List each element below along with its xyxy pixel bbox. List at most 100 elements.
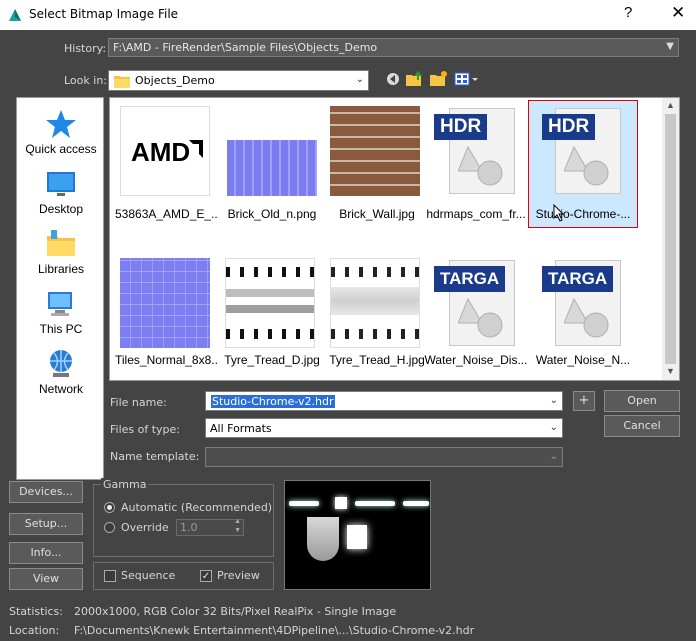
back-icon[interactable]: [384, 71, 402, 89]
title-bar: Select Bitmap Image File ? ✕: [0, 0, 696, 30]
tiles-grid-overlay: [120, 258, 210, 348]
spinner-up-icon[interactable]: ▲: [234, 518, 241, 525]
scroll-up-icon[interactable]: ▲: [666, 100, 675, 110]
file-name: Water_Noise_N...: [535, 353, 631, 367]
files-of-type-value: All Formats: [210, 422, 272, 435]
close-button[interactable]: ✕: [671, 3, 685, 23]
add-button[interactable]: +: [573, 391, 595, 411]
brick-wall-thumbnail: [330, 106, 420, 196]
targa-document-icon: TARGA: [542, 260, 621, 346]
tread-pattern-top: [331, 267, 419, 277]
file-name: Tyre_Tread_D.jpg: [224, 353, 320, 367]
radio-dot: [107, 505, 112, 510]
file-item[interactable]: HDR hdrmaps_com_fr...: [424, 100, 526, 230]
preview-label: Preview: [217, 569, 260, 582]
automatic-label: Automatic (Recommended): [121, 501, 273, 514]
file-item[interactable]: AMD 53863A_AMD_E_...: [115, 100, 219, 230]
chevron-down-icon: ⌄: [549, 395, 558, 406]
amd-arrow-icon: [189, 140, 203, 158]
chevron-down-icon: ▼: [666, 41, 674, 52]
help-button[interactable]: ?: [624, 4, 632, 21]
file-item[interactable]: Brick_Wall.jpg: [325, 100, 425, 230]
amd-logo: AMD: [131, 137, 191, 167]
info-button[interactable]: Info...: [9, 542, 83, 564]
sequence-checkbox[interactable]: [104, 570, 116, 582]
new-folder-icon[interactable]: [430, 71, 448, 89]
mouse-cursor-icon: [553, 204, 565, 222]
targa-badge: TARGA: [434, 266, 506, 292]
cancel-button[interactable]: Cancel: [604, 415, 680, 437]
computer-icon: [48, 292, 72, 316]
file-name: Water_Noise_Dis...: [424, 353, 528, 367]
file-name-input[interactable]: Studio-Chrome-v2.hdr ⌄: [205, 391, 563, 411]
scroll-down-icon[interactable]: ▼: [666, 366, 675, 376]
file-name: hdrmaps_com_fr...: [426, 207, 526, 221]
tread-band: [226, 289, 314, 297]
name-template-label: Name template:: [110, 450, 200, 463]
file-name: Brick_Wall.jpg: [339, 207, 415, 221]
place-quick-access[interactable]: Quick access: [17, 108, 105, 156]
place-this-pc[interactable]: This PC: [17, 288, 105, 336]
shapes-icon: [564, 297, 609, 338]
scroll-thumb[interactable]: [665, 114, 676, 364]
files-of-type-label: Files of type:: [110, 423, 181, 436]
setup-button[interactable]: Setup...: [9, 513, 83, 535]
light-box: [347, 525, 367, 549]
hdr-document-icon: HDR: [542, 108, 621, 194]
place-label: Desktop: [38, 202, 84, 216]
statistics-value: 2000x1000, RGB Color 32 Bits/Pixel RealP…: [74, 605, 397, 618]
tread-band: [331, 287, 419, 315]
tread-pattern-bottom: [331, 329, 419, 339]
file-list-scrollbar[interactable]: ▲ ▼: [662, 98, 679, 380]
place-libraries[interactable]: Libraries: [17, 228, 105, 276]
history-value: F:\AMD - FireRender\Sample Files\Objects…: [113, 41, 378, 54]
file-item[interactable]: Tiles_Normal_8x8...: [115, 252, 219, 380]
statistics-label: Statistics:: [9, 605, 63, 618]
spinner-down-icon[interactable]: ▼: [234, 527, 241, 534]
name-template-dropdown[interactable]: ⌄: [205, 447, 563, 467]
file-name: Studio-Chrome-...: [535, 207, 631, 221]
up-folder-icon[interactable]: [406, 71, 424, 89]
override-radio[interactable]: [104, 522, 115, 533]
view-menu-icon[interactable]: [454, 71, 478, 89]
light-strip: [289, 501, 319, 506]
preview-checkbox[interactable]: ✓: [200, 570, 212, 582]
gamma-title: Gamma: [101, 478, 149, 491]
network-icon: [50, 350, 72, 377]
reflector-panel: [307, 517, 339, 561]
override-label: Override: [121, 521, 169, 534]
automatic-radio[interactable]: [104, 502, 115, 513]
libraries-icon: [47, 230, 75, 256]
file-item[interactable]: TARGA Water_Noise_Dis...: [424, 252, 527, 380]
open-button[interactable]: Open: [604, 390, 680, 412]
file-item[interactable]: Tyre_Tread_D.jpg: [220, 252, 320, 380]
place-desktop[interactable]: Desktop: [17, 168, 105, 216]
look-in-dropdown[interactable]: Objects_Demo ⌄: [108, 70, 369, 91]
location-value: F:\Documents\Knewk Entertainment\4DPipel…: [74, 624, 475, 637]
place-network[interactable]: Network: [17, 348, 105, 396]
look-in-label: Look in:: [64, 74, 107, 87]
file-name: Tiles_Normal_8x8...: [115, 353, 219, 367]
view-button[interactable]: View: [9, 568, 83, 590]
targa-badge: TARGA: [542, 266, 614, 292]
shapes-icon: [458, 145, 503, 186]
file-item-selected[interactable]: HDR Studio-Chrome-...: [528, 100, 638, 230]
file-item[interactable]: Brick_Old_n.png: [220, 100, 320, 230]
file-item[interactable]: TARGA Water_Noise_N...: [528, 252, 630, 380]
window-title: Select Bitmap Image File: [29, 7, 179, 21]
chevron-down-icon: ⌄: [355, 74, 364, 85]
tyre-tread-thumbnail: [225, 258, 315, 348]
look-in-value: Objects_Demo: [135, 74, 215, 87]
places-bar: Quick access Desktop Libraries This PC N…: [16, 97, 104, 480]
file-name: Tyre_Tread_H.jpg: [329, 353, 425, 367]
place-label: This PC: [39, 322, 83, 336]
files-of-type-dropdown[interactable]: All Formats ⌄: [205, 418, 563, 438]
devices-button[interactable]: Devices...: [9, 481, 83, 503]
history-dropdown[interactable]: F:\AMD - FireRender\Sample Files\Objects…: [108, 38, 679, 57]
place-label: Libraries: [37, 262, 85, 276]
override-spinner[interactable]: 1.0 ▲ ▼: [176, 518, 244, 536]
app-icon: [9, 9, 21, 21]
file-item[interactable]: Tyre_Tread_H.jpg: [325, 252, 425, 380]
light-spot: [335, 497, 347, 509]
file-list: AMD 53863A_AMD_E_... Brick_Old_n.png Bri…: [109, 97, 680, 381]
